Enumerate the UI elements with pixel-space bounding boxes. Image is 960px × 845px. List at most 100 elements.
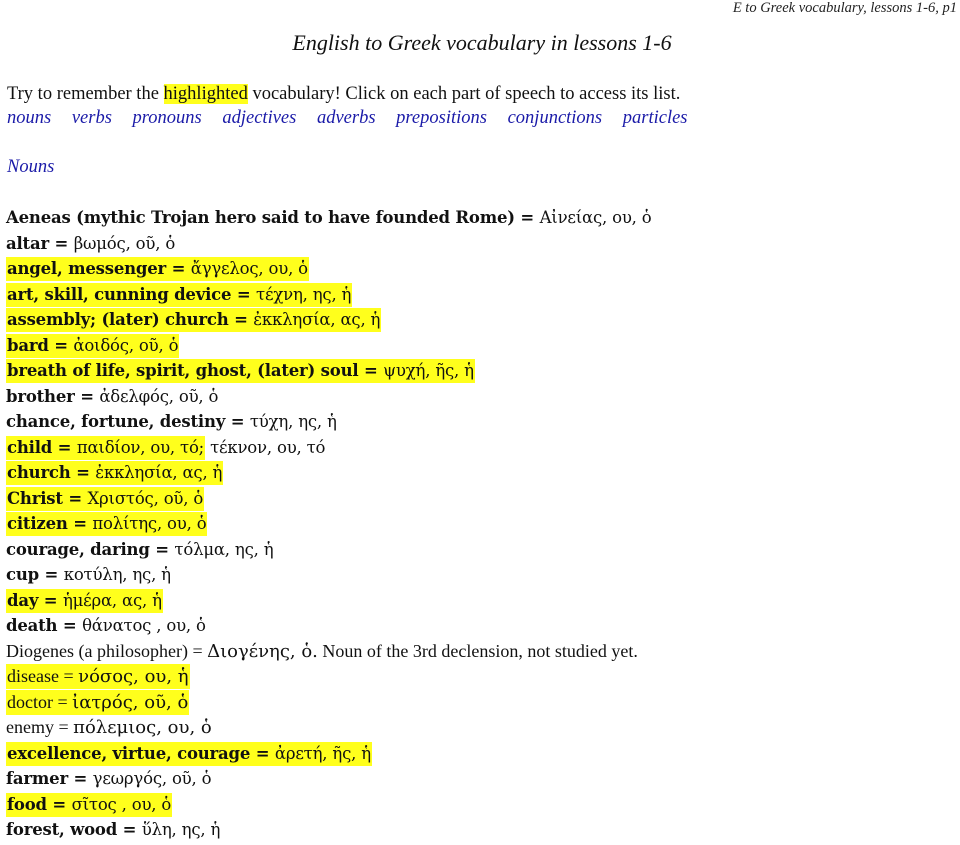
highlighted-span: food = σῖτος , ου, ὁ [6,792,173,817]
greek-term: πόλεμιος, ου, ὁ [73,717,212,738]
nav-link-prepositions[interactable]: prepositions [396,108,487,128]
highlighted-span: Christ = Χριστός, οῦ, ὁ [6,486,205,511]
greek-alternate: τέκνον, ου, τό [205,437,326,457]
vocabulary-list: Aeneas (mythic Trojan hero said to have … [6,205,652,843]
english-term: forest, wood = [6,820,142,839]
entry-span: forest, wood = ὕλη, ης, ἡ [6,820,220,839]
vocab-entry: breath of life, spirit, ghost, (later) s… [6,358,652,384]
highlighted-span: excellence, virtue, courage = ἀρετή, ῆς,… [6,741,372,766]
vocab-entry: angel, messenger = ἄγγελος, ου, ὁ [6,256,652,282]
highlighted-span: citizen = πολίτης, ου, ὁ [6,512,208,536]
english-term: excellence, virtue, courage = [7,743,275,763]
english-term: day = [7,590,63,610]
english-term: chance, fortune, destiny = [6,412,250,431]
english-term: assembly; (later) church = [7,310,254,329]
english-term: cup = [6,565,64,584]
greek-term: ὕλη, ης, ἡ [141,820,221,839]
nav-link-conjunctions[interactable]: conjunctions [508,108,603,128]
greek-term: σῖτος , ου, ὁ [71,794,172,814]
greek-term: γεωργός, οῦ, ὁ [92,769,212,788]
highlighted-span: bard = ἀοιδός, οῦ, ὁ [6,333,180,358]
greek-term: ἐκκλησία, ας, ἡ [253,310,381,329]
entry-span: courage, daring = τόλμα, ης, ἡ [6,539,274,559]
english-term: enemy = [6,717,74,737]
intro-before: Try to remember the [7,84,164,104]
vocab-entry: food = σῖτος , ου, ὁ [6,792,652,818]
intro-text: Try to remember the highlighted vocabula… [7,84,680,105]
entry-span: enemy = πόλεμιος, ου, ὁ [6,717,212,738]
english-term: altar = [6,233,74,253]
nav-link-nouns[interactable]: nouns [7,108,51,128]
intro-after: vocabulary! Click on each part of speech… [247,84,681,104]
english-term: citizen = [7,514,93,533]
greek-term: ἄγγελος, ου, ὁ [190,259,308,278]
vocab-entry: disease = νόσος, ου, ἡ [6,664,652,690]
vocab-entry: forest, wood = ὕλη, ης, ἡ [6,817,652,843]
greek-term: παιδίον, ου, τό; [76,437,205,457]
greek-term: ἀοιδός, οῦ, ὁ [73,335,179,355]
greek-term: νόσος, ου, ἡ [78,666,189,687]
entry-span: chance, fortune, destiny = τύχη, ης, ἡ [6,412,337,431]
vocab-entry: chance, fortune, destiny = τύχη, ης, ἡ [6,409,652,435]
vocab-entry: Christ = Χριστός, οῦ, ὁ [6,486,652,512]
vocab-entry: enemy = πόλεμιος, ου, ὁ [6,715,652,741]
greek-term: τόλμα, ης, ἡ [174,539,274,559]
greek-term: ἀρετή, ῆς, ἡ [274,743,371,763]
greek-term: τέχνη, ης, ἡ [256,284,352,304]
vocab-entry: child = παιδίον, ου, τό; τέκνον, ου, τό [6,435,652,461]
greek-term: ἐκκλησία, ας, ἡ [95,463,223,482]
entry-span: cup = κοτύλη, ης, ἡ [6,565,171,584]
english-term: Diogenes (a philosopher) = [6,640,208,661]
vocab-entry: citizen = πολίτης, ου, ὁ [6,511,652,537]
nav-link-verbs[interactable]: verbs [72,108,112,128]
greek-term: Διογένης, ὁ. [207,640,318,662]
english-term: art, skill, cunning device = [7,284,257,304]
vocab-entry: death = θάνατος , ου, ὁ [6,613,652,639]
vocab-entry: farmer = γεωργός, οῦ, ὁ [6,766,652,792]
english-term: disease = [7,666,79,686]
nav-link-adverbs[interactable]: adverbs [317,108,376,128]
entry-span: Diogenes (a philosopher) = Διογένης, ὁ. [6,640,318,662]
entry-span: farmer = γεωργός, οῦ, ὁ [6,769,212,788]
vocab-entry: cup = κοτύλη, ης, ἡ [6,562,652,588]
greek-term: θάνατος , ου, ὁ [82,616,206,635]
running-header: E to Greek vocabulary, lessons 1-6, p1 [732,0,957,16]
greek-term: ψυχή, ῆς, ἡ [383,361,474,380]
english-term: child = [7,437,77,457]
english-term: food = [7,794,72,814]
nav-link-particles[interactable]: particles [623,108,688,128]
english-term: courage, daring = [6,539,175,559]
english-term: breath of life, spirit, ghost, (later) s… [7,361,384,380]
english-term: bard = [7,335,74,355]
parts-of-speech-nav: nouns verbs pronouns adjectives adverbs … [7,108,704,129]
highlighted-span: disease = νόσος, ου, ἡ [6,664,190,689]
nav-link-pronouns[interactable]: pronouns [133,108,202,128]
greek-term: ἰατρός, οῦ, ὁ [72,691,189,713]
entry-span: brother = ἀδελφός, οῦ, ὁ [6,387,218,406]
english-term: farmer = [6,769,93,788]
english-term: death = [6,616,83,635]
highlighted-span: breath of life, spirit, ghost, (later) s… [6,359,475,383]
highlighted-span: angel, messenger = ἄγγελος, ου, ὁ [6,257,309,281]
vocab-entry: altar = βωμός, οῦ, ὁ [6,231,652,257]
greek-term: ἀδελφός, οῦ, ὁ [99,386,219,406]
greek-term: βωμός, οῦ, ὁ [73,233,176,253]
vocab-entry: brother = ἀδελφός, οῦ, ὁ [6,384,652,410]
highlighted-span: assembly; (later) church = ἐκκλησία, ας,… [6,308,382,332]
greek-term: πολίτης, ου, ὁ [92,514,207,533]
greek-term: τύχη, ης, ἡ [249,412,337,431]
entry-note: Noun of the 3rd declension, not studied … [317,640,638,661]
english-term: doctor = [7,691,73,712]
vocab-entry: assembly; (later) church = ἐκκλησία, ας,… [6,307,652,333]
vocab-entry: Aeneas (mythic Trojan hero said to have … [6,205,652,231]
nav-link-adjectives[interactable]: adjectives [222,108,296,128]
page-title: English to Greek vocabulary in lessons 1… [292,30,672,55]
english-term: angel, messenger = [7,259,191,278]
vocab-entry: church = ἐκκλησία, ας, ἡ [6,460,652,486]
vocab-entry: doctor = ἰατρός, οῦ, ὁ [6,689,652,716]
greek-term: κοτύλη, ης, ἡ [63,565,171,584]
entry-span: altar = βωμός, οῦ, ὁ [6,234,175,253]
vocab-entry: art, skill, cunning device = τέχνη, ης, … [6,282,652,308]
english-term: brother = [6,386,100,406]
entry-span: death = θάνατος , ου, ὁ [6,616,206,635]
